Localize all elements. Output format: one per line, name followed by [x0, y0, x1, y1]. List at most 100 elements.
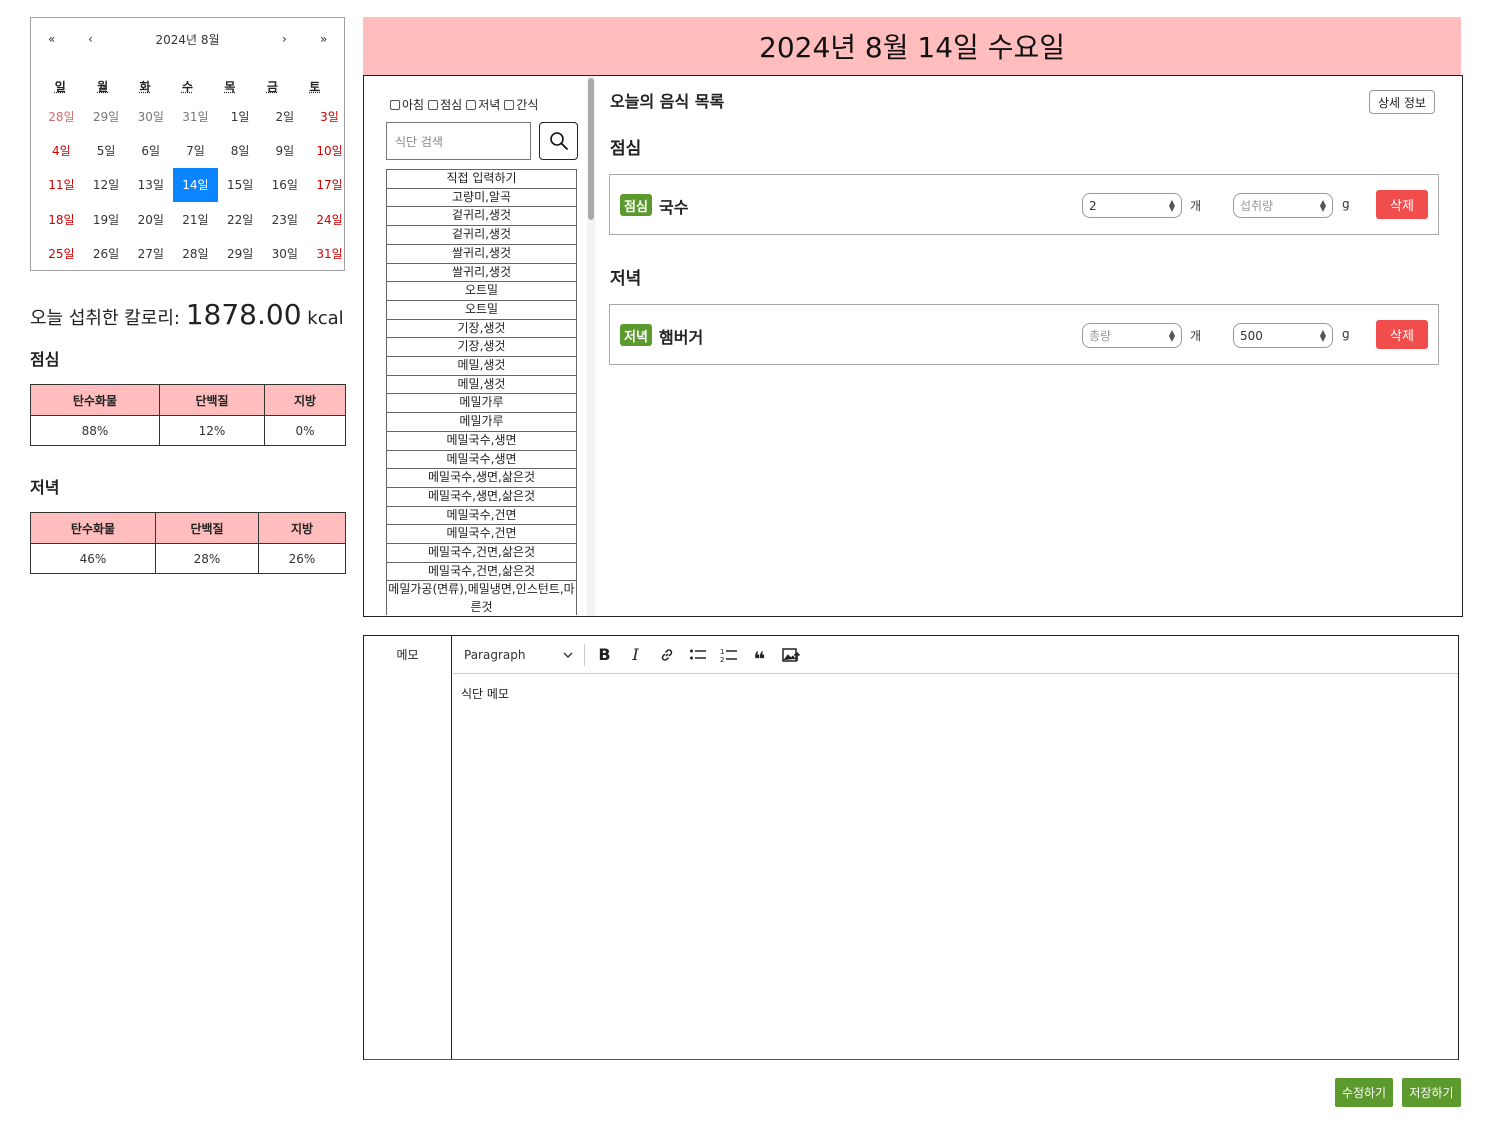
- food-list-item[interactable]: 메밀국수,생면: [386, 431, 577, 451]
- italic-button[interactable]: I: [620, 640, 651, 670]
- food-list-item[interactable]: 겉귀리,생것: [386, 207, 577, 227]
- food-list-item[interactable]: 메밀국수,생면,삶은것: [386, 487, 577, 507]
- calendar-day[interactable]: 25일: [39, 236, 84, 270]
- spinner-icon[interactable]: ▲ ▼: [1169, 198, 1175, 212]
- calendar-day[interactable]: 24일: [307, 202, 352, 236]
- list-scrollbar[interactable]: [587, 76, 595, 616]
- filter-breakfast[interactable]: 아침: [390, 96, 424, 113]
- food-list-item[interactable]: 메밀국수,건면: [386, 525, 577, 545]
- calendar-day[interactable]: 31일: [307, 236, 352, 270]
- food-list-item[interactable]: 메밀,생것: [386, 357, 577, 376]
- calendar-title[interactable]: 2024년 8월: [31, 31, 344, 48]
- image-upload-button[interactable]: [775, 640, 806, 670]
- edit-button[interactable]: 수정하기: [1335, 1078, 1393, 1107]
- amount-input[interactable]: 500 ▲ ▼: [1233, 323, 1333, 348]
- count-input[interactable]: 총량 ▲ ▼: [1082, 323, 1182, 348]
- food-list-item[interactable]: 고량미,알곡: [386, 188, 577, 208]
- calendar-day[interactable]: 15일: [218, 168, 263, 202]
- checkbox-icon[interactable]: [390, 99, 400, 110]
- calendar-day[interactable]: 27일: [128, 236, 173, 270]
- count-input[interactable]: 2 ▲ ▼: [1082, 193, 1182, 218]
- calendar-day[interactable]: 20일: [128, 202, 173, 236]
- food-list-item[interactable]: 오트밀: [386, 282, 577, 301]
- bullet-list-button[interactable]: [682, 640, 713, 670]
- amount-input[interactable]: 섭취량 ▲ ▼: [1233, 193, 1333, 218]
- food-list-item[interactable]: 메밀가루: [386, 394, 577, 414]
- bold-icon: B: [598, 645, 611, 664]
- calendar-day[interactable]: 16일: [262, 168, 307, 202]
- food-list-item[interactable]: 메밀가공(면류),메밀냉면,인스턴트,마른것: [386, 581, 577, 615]
- filter-lunch[interactable]: 점심: [428, 96, 462, 113]
- next-month-button[interactable]: ›: [282, 32, 287, 46]
- calendar-day[interactable]: 30일: [128, 99, 173, 133]
- calendar-day[interactable]: 29일: [218, 236, 263, 270]
- weekday-sun: 일: [54, 80, 66, 94]
- food-search-input[interactable]: 식단 검색: [386, 122, 531, 160]
- food-list-item[interactable]: 쌀귀리,생것: [386, 263, 577, 283]
- food-list-item[interactable]: 메밀국수,건면,삶은것: [386, 544, 577, 563]
- calendar-day[interactable]: 28일: [173, 236, 218, 270]
- calendar-day[interactable]: 13일: [128, 168, 173, 202]
- link-button[interactable]: [651, 640, 682, 670]
- toolbar-divider: [584, 643, 585, 666]
- search-button[interactable]: [539, 122, 578, 160]
- quote-button[interactable]: ❝: [744, 640, 775, 670]
- calendar-day[interactable]: 4일: [39, 133, 84, 167]
- food-list-item[interactable]: 쌀귀리,생것: [386, 244, 577, 264]
- filter-dinner[interactable]: 저녁: [466, 96, 500, 113]
- calendar-day[interactable]: 1일: [218, 99, 263, 133]
- food-list-item[interactable]: 메밀,생것: [386, 375, 577, 395]
- calendar-day[interactable]: 7일: [173, 133, 218, 167]
- delete-button[interactable]: 삭제: [1376, 320, 1428, 349]
- food-list-item[interactable]: 직접 입력하기: [386, 169, 577, 189]
- food-list-item[interactable]: 겉귀리,생것: [386, 226, 577, 245]
- calendar-day[interactable]: 19일: [84, 202, 129, 236]
- food-list-item[interactable]: 메밀가루: [386, 413, 577, 432]
- food-list-item[interactable]: 메밀국수,생면,삶은것: [386, 469, 577, 488]
- bold-button[interactable]: B: [589, 640, 620, 670]
- scrollbar-thumb[interactable]: [588, 78, 594, 220]
- next-year-button[interactable]: »: [320, 32, 327, 46]
- food-list-item[interactable]: 메밀국수,건면: [386, 506, 577, 526]
- calendar-day[interactable]: 5일: [84, 133, 129, 167]
- calendar-day[interactable]: 30일: [262, 236, 307, 270]
- calendar-day[interactable]: 26일: [84, 236, 129, 270]
- calendar-day[interactable]: 3일: [307, 99, 352, 133]
- detail-info-button[interactable]: 상세 정보: [1369, 90, 1435, 114]
- calendar-day[interactable]: 6일: [128, 133, 173, 167]
- calendar-day[interactable]: 21일: [173, 202, 218, 236]
- memo-editor[interactable]: 식단 메모: [453, 675, 1458, 1059]
- food-list-item[interactable]: 기장,생것: [386, 338, 577, 358]
- checkbox-icon[interactable]: [428, 99, 439, 110]
- calorie-label: 오늘 섭취한 칼로리:: [30, 308, 180, 329]
- calendar-day[interactable]: 28일: [39, 99, 84, 133]
- numbered-list-button[interactable]: 1 2: [713, 640, 744, 670]
- calendar-day[interactable]: 11일: [39, 168, 84, 202]
- calendar-day[interactable]: 10일: [307, 133, 352, 167]
- calendar-day[interactable]: 18일: [39, 202, 84, 236]
- calendar-day[interactable]: 29일: [84, 99, 129, 133]
- save-button[interactable]: 저장하기: [1402, 1078, 1461, 1107]
- calendar-day[interactable]: 8일: [218, 133, 263, 167]
- calendar-day[interactable]: 22일: [218, 202, 263, 236]
- spinner-icon[interactable]: ▲ ▼: [1169, 328, 1175, 342]
- food-list-item[interactable]: 오트밀: [386, 300, 577, 320]
- calendar-day[interactable]: 23일: [262, 202, 307, 236]
- checkbox-icon[interactable]: [504, 99, 515, 110]
- calendar-day[interactable]: 14일: [173, 167, 218, 202]
- paragraph-select[interactable]: Paragraph: [457, 640, 580, 670]
- delete-button[interactable]: 삭제: [1376, 190, 1428, 219]
- calendar-day[interactable]: 31일: [173, 99, 218, 133]
- spinner-icon[interactable]: ▲ ▼: [1320, 328, 1326, 342]
- spinner-icon[interactable]: ▲ ▼: [1320, 198, 1326, 212]
- calendar-day[interactable]: 17일: [307, 168, 352, 202]
- filter-snack[interactable]: 간식: [504, 96, 538, 113]
- calendar-day[interactable]: 2일: [262, 99, 307, 133]
- food-list-item[interactable]: 메밀국수,건면,삶은것: [386, 562, 577, 582]
- calendar-day[interactable]: 12일: [84, 168, 129, 202]
- checkbox-icon[interactable]: [466, 99, 477, 110]
- food-list-item[interactable]: 메밀국수,생면: [386, 450, 577, 470]
- food-list-item[interactable]: 기장,생것: [386, 319, 577, 339]
- meal-badge: 저녁: [620, 324, 652, 346]
- calendar-day[interactable]: 9일: [262, 133, 307, 167]
